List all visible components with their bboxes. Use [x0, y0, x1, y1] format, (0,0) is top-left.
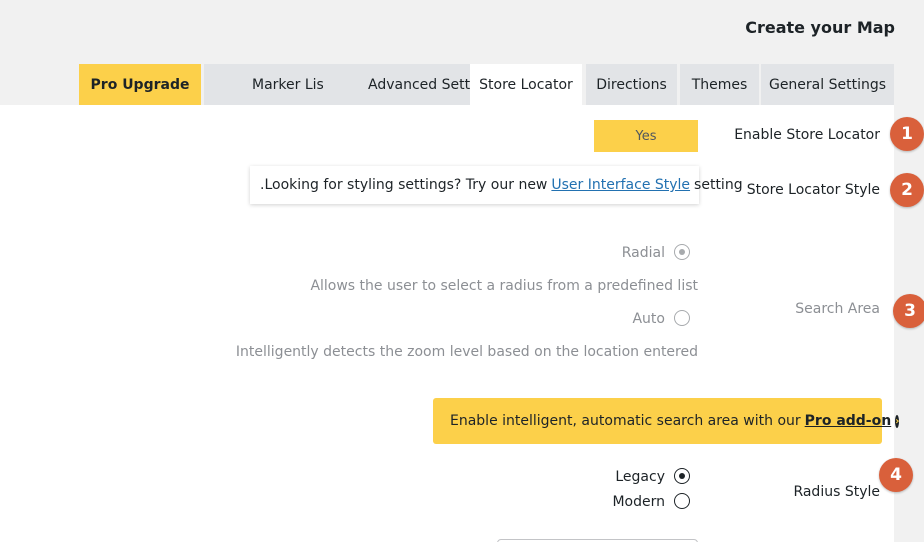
step-badge-3: 3 [893, 294, 924, 328]
pro-addon-banner: Enable intelligent, automatic search are… [433, 398, 900, 444]
step-badge-2: 2 [890, 173, 924, 207]
tab-directions[interactable]: Directions [586, 64, 677, 105]
enable-store-locator-toggle[interactable]: Yes [594, 120, 698, 152]
store-locator-style-label: Store Locator Style [746, 182, 880, 198]
pro-addon-link[interactable]: Pro add-on [805, 413, 892, 429]
tab-pro-upgrade[interactable]: Pro Upgrade [79, 64, 201, 105]
radius-style-legacy-radio[interactable] [674, 468, 690, 484]
notice-text: .Looking for styling settings? Try our n… [260, 177, 548, 193]
search-area-auto-description: Intelligently detects the zoom level bas… [235, 344, 698, 360]
step-badge-4: 4 [879, 458, 913, 492]
radio-selected-dot [678, 248, 685, 255]
search-area-radial-description: Allows the user to select a radius from … [310, 278, 698, 294]
search-area-radial-label: Radial [621, 245, 665, 261]
tab-general-settings[interactable]: General Settings [761, 64, 894, 105]
step-badge-1: 1 [890, 117, 924, 151]
search-area-auto-label: Auto [632, 311, 665, 327]
radio-selected-dot [678, 472, 685, 479]
arrow-circle-right-icon: › [895, 414, 900, 428]
tab-store-locator[interactable]: Store Locator [470, 64, 582, 106]
pro-addon-text: Enable intelligent, automatic search are… [450, 413, 801, 429]
enable-store-locator-label: Enable Store Locator [734, 127, 880, 143]
search-area-auto-radio[interactable] [674, 310, 690, 326]
search-area-label: Search Area [795, 301, 880, 317]
radius-style-modern-label: Modern [612, 494, 665, 510]
search-area-radial-radio[interactable] [674, 244, 690, 260]
notice-suffix: setting [694, 177, 743, 193]
radius-style-label: Radius Style [793, 484, 880, 500]
radius-style-legacy-label: Legacy [615, 469, 665, 485]
page-title: Create your Map [745, 18, 895, 37]
styling-notice: .Looking for styling settings? Try our n… [250, 166, 743, 204]
radius-style-modern-radio[interactable] [674, 493, 690, 509]
tab-themes[interactable]: Themes [680, 64, 759, 105]
user-interface-style-link[interactable]: User Interface Style [551, 177, 690, 193]
